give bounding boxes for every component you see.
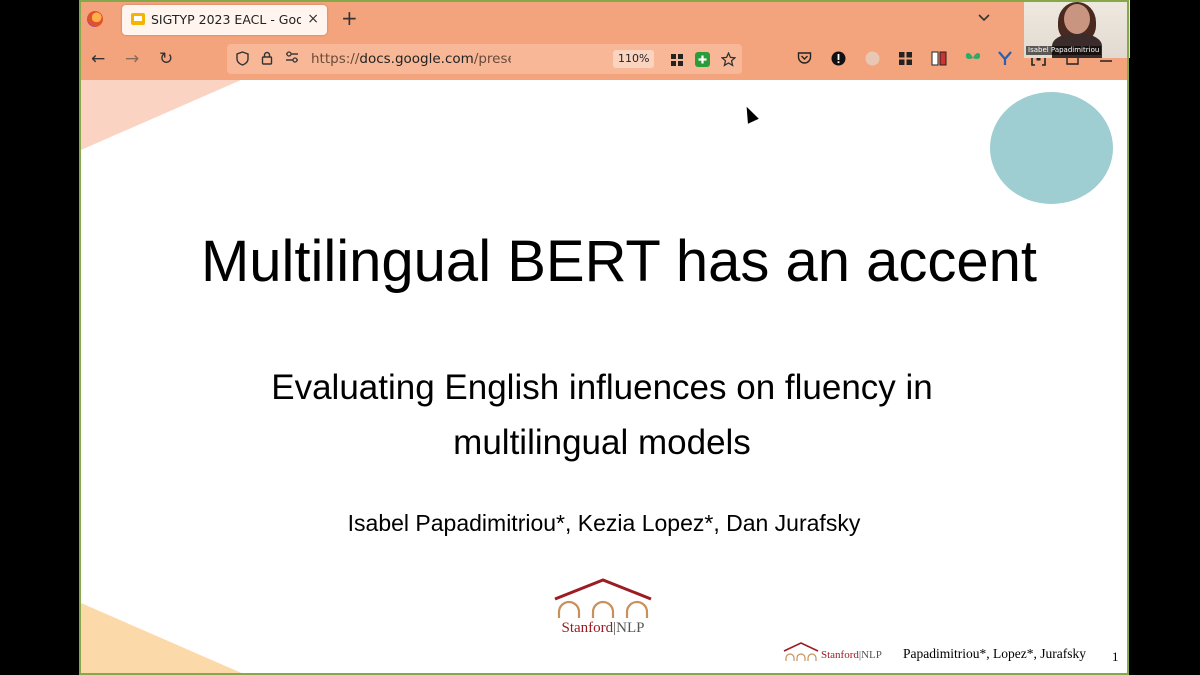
browser-window: SIGTYP 2023 EACL - Goog × + ← → ↻ https:… <box>79 0 1129 675</box>
new-tab-button[interactable]: + <box>341 8 358 28</box>
pocket-icon[interactable] <box>797 51 812 70</box>
apps-extension-icon[interactable] <box>898 51 913 71</box>
permissions-icon[interactable] <box>285 51 299 67</box>
close-tab-icon[interactable]: × <box>307 11 319 27</box>
address-bar[interactable]: https://docs.google.com/presentation/d/1… <box>227 44 742 74</box>
webcam-person-face <box>1064 4 1090 34</box>
slide-authors: Isabel Papadimitriou*, Kezia Lopez*, Dan… <box>347 510 861 536</box>
slide-page-number: 1 <box>1112 649 1119 664</box>
footer-authors: Papadimitriou*, Lopez*, Jurafsky <box>903 646 1086 661</box>
url-text[interactable]: https://docs.google.com/presentation/d/1… <box>311 51 511 67</box>
reader-extension-icon[interactable] <box>931 51 947 71</box>
slide-title: Multilingual BERT has an accent <box>200 229 1038 294</box>
butterfly-extension-icon[interactable] <box>965 51 981 70</box>
list-all-tabs-button[interactable] <box>977 10 991 26</box>
tab-strip: SIGTYP 2023 EACL - Goog × + <box>79 0 1129 40</box>
tab-title: SIGTYP 2023 EACL - Goog <box>151 12 301 27</box>
forward-button[interactable]: → <box>125 49 139 69</box>
blurred-extension-icon[interactable] <box>865 51 880 71</box>
slide-decoration-bottom-left <box>81 603 246 675</box>
plus-extension-icon[interactable] <box>695 52 710 67</box>
y-extension-icon[interactable] <box>998 51 1012 71</box>
stanford-roof-arches-icon <box>554 578 652 618</box>
grid-extension-icon[interactable] <box>670 52 684 66</box>
lock-icon[interactable] <box>261 51 273 69</box>
bookmark-star-icon[interactable] <box>720 51 737 67</box>
stanford-nlp-logo-text: Stanford|NLP <box>561 620 645 636</box>
tab-slides[interactable]: SIGTYP 2023 EACL - Goog × <box>122 5 327 35</box>
back-button[interactable]: ← <box>91 49 105 69</box>
slide-decoration-top-left <box>81 80 241 150</box>
subtitle-line-1: Evaluating English influences on fluency… <box>271 368 933 407</box>
footer-roof-icon <box>783 642 819 661</box>
google-slides-icon <box>131 13 145 25</box>
reload-button[interactable]: ↻ <box>159 49 173 69</box>
subtitle-line-2: multilingual models <box>453 423 751 462</box>
mouse-cursor-icon <box>741 104 759 124</box>
footer-logo-text: Stanford|NLP <box>821 649 882 661</box>
shield-icon[interactable] <box>236 51 249 70</box>
slide-decoration-circle <box>990 92 1113 204</box>
info-extension-icon[interactable] <box>831 51 846 71</box>
slide-subtitle: Evaluating English influences on fluency… <box>181 360 1023 470</box>
stanford-nlp-logo: Stanford|NLP <box>553 578 653 637</box>
zoom-level[interactable]: 110% <box>613 50 655 68</box>
webcam-name-label: Isabel Papadimitriou <box>1026 46 1102 55</box>
presentation-slide[interactable]: Multilingual BERT has an accent Evaluati… <box>81 80 1127 675</box>
navigation-bar: ← → ↻ https://docs.google.com/presentati… <box>79 40 1129 78</box>
webcam-overlay: Isabel Papadimitriou <box>1024 0 1130 58</box>
firefox-icon[interactable] <box>87 11 103 27</box>
